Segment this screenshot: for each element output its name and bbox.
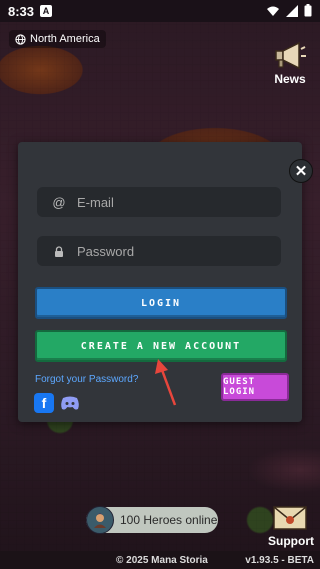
version-text: v1.93.5 - BETA bbox=[245, 554, 314, 566]
heroes-online-text: 100 Heroes online bbox=[120, 513, 218, 527]
support-button[interactable]: Support bbox=[268, 505, 314, 548]
hero-avatar bbox=[86, 506, 114, 534]
envelope-icon bbox=[273, 506, 307, 530]
footer-bar: © 2025 Mana Storia v1.93.5 - BETA bbox=[0, 551, 320, 569]
support-label: Support bbox=[268, 534, 314, 548]
heroes-online-indicator: 100 Heroes online bbox=[86, 506, 218, 534]
copyright-text: © 2025 Mana Storia bbox=[116, 554, 208, 566]
annotation-arrow bbox=[155, 359, 177, 406]
